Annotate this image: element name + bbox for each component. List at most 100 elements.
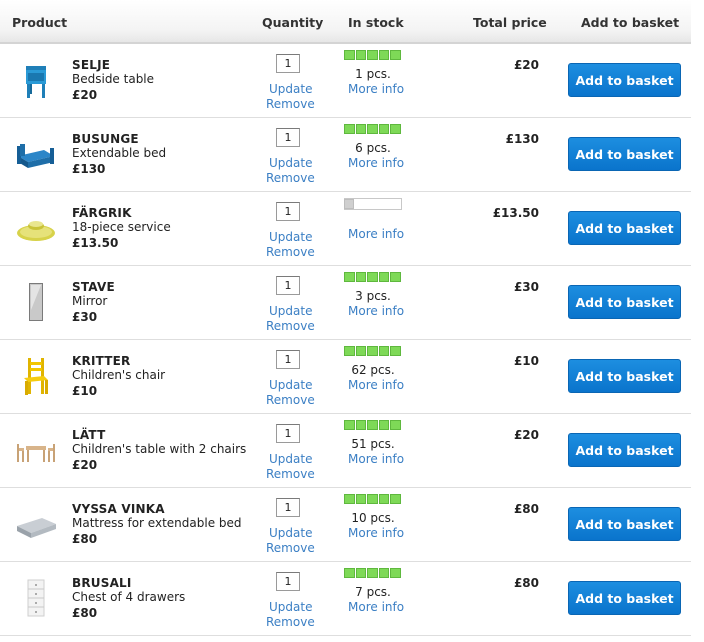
stock-segment [344,420,355,430]
more-info-link[interactable]: More info [348,156,404,170]
update-link[interactable]: Update [269,304,312,318]
add-to-basket-button[interactable]: Add to basket [568,63,681,97]
add-to-basket-button[interactable]: Add to basket [568,359,681,393]
more-info-link[interactable]: More info [348,304,404,318]
stock-segment-empty [355,199,365,209]
bedside-table-icon[interactable] [14,58,58,102]
quantity-input[interactable] [276,54,300,73]
stock-count: 62 pcs. [351,363,395,377]
stock-segment [355,494,367,504]
remove-link[interactable]: Remove [266,615,315,629]
add-to-basket-button[interactable]: Add to basket [568,507,681,541]
mattress-icon[interactable] [14,502,58,546]
stock-segment [378,124,390,134]
stock-segment [390,420,401,430]
header-product: Product [12,15,68,30]
quantity-input[interactable] [276,202,300,221]
product-name[interactable]: BUSUNGE [72,132,139,146]
product-name[interactable]: BRUSALI [72,576,132,590]
stock-segment [344,50,355,60]
add-to-basket-button[interactable]: Add to basket [568,211,681,245]
product-price: £20 [72,458,98,472]
quantity-input[interactable] [276,424,300,443]
remove-link[interactable]: Remove [266,541,315,555]
product-price: £20 [72,88,98,102]
product-name[interactable]: SELJE [72,58,110,72]
stock-segment [390,346,401,356]
stock-segment [367,568,378,578]
update-link[interactable]: Update [269,378,312,392]
stock-segment [367,494,378,504]
quantity-input[interactable] [276,350,300,369]
remove-link[interactable]: Remove [266,245,315,259]
total-price: £130 [505,132,539,146]
product-price: £10 [72,384,98,398]
extendable-bed-icon[interactable] [14,132,58,176]
quantity-input[interactable] [276,498,300,517]
stock-segment [355,124,367,134]
product-description: 18-piece service [72,220,171,234]
table-header: Product Quantity In stock Total price Ad… [0,0,691,44]
product-name[interactable]: LÄTT [72,428,105,442]
stock-segment [378,568,390,578]
stock-segment-empty [367,199,377,209]
stock-count: 51 pcs. [351,437,395,451]
stock-level-bar [344,420,402,432]
update-link[interactable]: Update [269,600,312,614]
more-info-link[interactable]: More info [348,378,404,392]
add-to-basket-button[interactable]: Add to basket [568,285,681,319]
dinner-service-icon[interactable] [14,206,58,250]
product-price: £130 [72,162,106,176]
product-name[interactable]: VYSSA VINKA [72,502,165,516]
quantity-input[interactable] [276,572,300,591]
stock-segment [390,124,401,134]
table-row: STAVEMirror £30 UpdateRemove 3 pcs.More inf… [0,266,691,340]
stock-segment [344,346,355,356]
product-description: Mirror [72,294,108,308]
total-price: £20 [513,428,539,442]
product-price: £30 [72,310,98,324]
chest-of-drawers-icon[interactable] [14,576,58,620]
stock-segment [378,272,390,282]
more-info-link[interactable]: More info [348,600,404,614]
table-row: KRITTERChildren's chair £10 UpdateRemove 62… [0,340,691,414]
product-description: Children's table with 2 chairs [72,442,247,456]
product-name[interactable]: KRITTER [72,354,131,368]
mirror-icon[interactable] [14,280,58,324]
more-info-link[interactable]: More info [348,526,404,540]
more-info-link[interactable]: More info [348,452,404,466]
header-in-stock: In stock [348,15,404,30]
remove-link[interactable]: Remove [266,97,315,111]
remove-link[interactable]: Remove [266,171,315,185]
product-price: £13.50 [72,236,119,250]
more-info-link[interactable]: More info [348,227,404,241]
remove-link[interactable]: Remove [266,393,315,407]
stock-segment [390,272,401,282]
stock-segment [355,568,367,578]
table-row: BUSUNGEExtendable bed £130 UpdateRemove 6 p… [0,118,691,192]
stock-segment [378,494,390,504]
childrens-table-icon[interactable] [14,428,58,472]
table-row: VYSSA VINKA Mattress for extendable bed £8… [0,488,691,562]
product-name[interactable]: FÄRGRIK [72,206,132,220]
update-link[interactable]: Update [269,82,312,96]
stock-segment [355,420,367,430]
childrens-chair-icon[interactable] [14,354,58,398]
update-link[interactable]: Update [269,452,312,466]
remove-link[interactable]: Remove [266,467,315,481]
quantity-input[interactable] [276,128,300,147]
stock-segment [355,272,367,282]
remove-link[interactable]: Remove [266,319,315,333]
add-to-basket-button[interactable]: Add to basket [568,137,681,171]
stock-segment-empty [378,199,388,209]
add-to-basket-button[interactable]: Add to basket [568,581,681,615]
update-link[interactable]: Update [269,230,312,244]
add-to-basket-button[interactable]: Add to basket [568,433,681,467]
update-link[interactable]: Update [269,526,312,540]
quantity-input[interactable] [276,276,300,295]
more-info-link[interactable]: More info [348,82,404,96]
stock-segment [355,346,367,356]
update-link[interactable]: Update [269,156,312,170]
product-name[interactable]: STAVE [72,280,115,294]
stock-segment [367,420,378,430]
